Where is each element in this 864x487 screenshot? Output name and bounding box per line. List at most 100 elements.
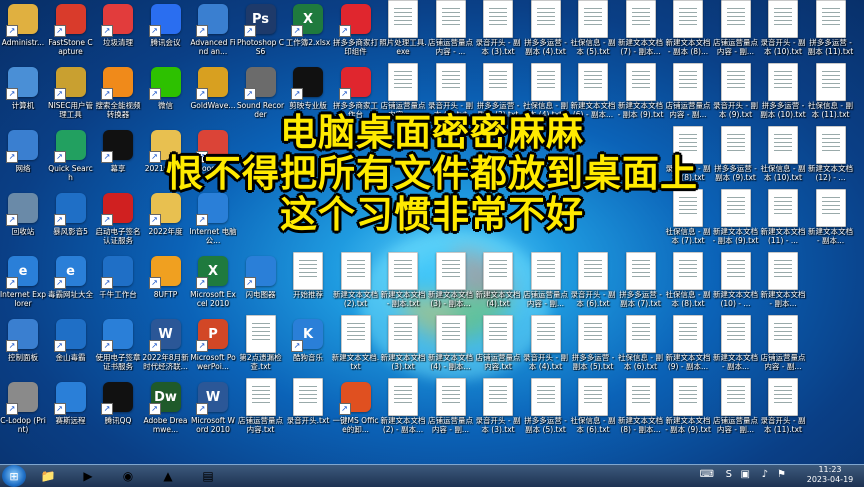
desktop-icon[interactable]: ↗ 闪电图器 <box>238 254 284 316</box>
desktop-icon[interactable]: 照片处理工具.exe <box>379 0 427 64</box>
desktop-icon[interactable]: ↗ 拼多多商家打印组件 <box>333 2 379 64</box>
desktop-icon[interactable]: ↗ FastStone Capture <box>48 2 94 64</box>
desktop-icon[interactable]: ↗ 网络 <box>0 128 46 190</box>
desktop-icon[interactable]: ↗ 2022年度 <box>143 191 189 253</box>
desktop[interactable]: ↗ Administr... ↗ FastStone Capture ↗ 垃圾清理 ↗ 腾讯会… <box>0 0 864 464</box>
desktop-icon[interactable]: 新建文本文档 (2) - 副本... <box>380 378 426 442</box>
desktop-icon[interactable]: 拼多多运营 - 副本 (5).txt <box>570 315 616 379</box>
desktop-icon[interactable]: ↗ Internet 电脑公... <box>189 191 237 253</box>
desktop-icon[interactable]: 录音开头 - 副本 (9).txt <box>713 63 759 127</box>
desktop-icon[interactable]: 店铺运营量点内容 - ... <box>428 0 474 64</box>
desktop-icon[interactable]: ↗ 暴风影音5 <box>48 191 94 253</box>
desktop-icon[interactable]: e ↗ Internet Explorer <box>0 254 46 316</box>
desktop-icon[interactable]: 拼多多运营 - 副本 (9).txt <box>713 126 759 190</box>
desktop-icon[interactable]: 新建文本文档 - 副本... <box>808 189 854 253</box>
desktop-icon[interactable]: X ↗ 工作簿2.xlsx <box>285 2 331 64</box>
desktop-icon[interactable]: 店铺运营量点内容 - 副... <box>713 0 759 64</box>
desktop-icon[interactable]: 店铺运营量点内容 - 副... <box>760 315 806 379</box>
desktop-icon[interactable]: 新建文本文档 - 副本 (9).txt <box>713 189 759 253</box>
desktop-icon[interactable]: 新建文本文档 (11) - ... <box>760 189 806 253</box>
desktop-icon[interactable]: 拼多多运营 - 副本 (4).txt <box>523 0 569 64</box>
desktop-icon[interactable]: ↗ Quick Search <box>48 128 94 190</box>
desktop-icon[interactable]: ↗ 搜索全能视频转换器 <box>95 65 141 127</box>
system-clock[interactable]: 11:23 2023-04-19 <box>800 465 860 485</box>
desktop-icon[interactable]: ↗ 剪映专业版 <box>285 65 331 127</box>
desktop-icon[interactable]: 社保信息 - 副本 (11).txt <box>808 63 854 127</box>
desktop-icon[interactable]: 新建文本文档 (12) - ... <box>808 126 854 190</box>
desktop-icon[interactable]: 社保信息 - 副本 (10).txt <box>760 126 806 190</box>
desktop-icon[interactable]: ↗ 8UFTP <box>143 254 189 316</box>
desktop-icon[interactable]: Dw ↗ Adobe Dreamwe... <box>143 380 189 442</box>
desktop-icon[interactable]: ↗ 一键MS Office的卸... <box>333 380 379 442</box>
desktop-icon[interactable]: ↗ Sound Recorder <box>237 65 284 127</box>
desktop-icon[interactable]: 新建文本文档.txt <box>332 315 379 379</box>
desktop-icon[interactable]: e ↗ 毒霸网址大全 <box>48 254 94 316</box>
desktop-icon[interactable]: 店铺运营量点内容 - 副... <box>713 378 759 442</box>
desktop-icon[interactable]: 新建文本文档 - 副本 (9).txt <box>618 63 664 127</box>
desktop-icon[interactable]: W ↗ 2022年8月新时代经济联... <box>142 317 189 379</box>
desktop-icon[interactable]: ↗ Administr... <box>0 2 46 64</box>
desktop-icon[interactable]: 社保信息 - 副本 (6).txt <box>570 378 616 442</box>
keyboard-icon[interactable]: ⌨ <box>700 469 714 480</box>
desktop-icon[interactable]: ↗ 2021年年度 <box>143 128 189 190</box>
desktop-icon[interactable]: 拼多多运营 - 副本 (11).txt <box>808 0 854 64</box>
desktop-icon[interactable]: ↗ Google... <box>190 128 236 190</box>
desktop-icon[interactable]: 新建文本文档 - 副本 (9).txt <box>665 378 711 442</box>
desktop-icon[interactable]: 录音开头 - 副本 (6).txt <box>570 252 616 316</box>
desktop-icon[interactable]: 录音开头 - 副本 (10).txt <box>760 0 806 64</box>
desktop-icon[interactable]: 店铺运营量点内容 - 副... <box>523 252 569 316</box>
desktop-icon[interactable]: ↗ NISEC用户管理工具 <box>48 65 94 127</box>
desktop-icon[interactable]: 店铺运营量点内容.txt <box>475 315 521 379</box>
desktop-icon[interactable]: ↗ 垃圾清理 <box>95 2 141 64</box>
desktop-icon[interactable]: ↗ 千牛工作台 <box>95 254 141 316</box>
volume-icon[interactable]: ♪ <box>762 469 768 480</box>
desktop-icon[interactable]: K ↗ 酷狗音乐 <box>285 317 331 379</box>
desktop-icon[interactable]: 社保信息 - 副本 (6).txt <box>618 315 664 379</box>
desktop-icon[interactable]: ↗ 回收站 <box>0 191 46 253</box>
desktop-icon[interactable]: 店铺运营量点内容 - 副... <box>665 63 711 127</box>
desktop-icon[interactable]: 录音开头 - 副本 (8).txt <box>665 126 711 190</box>
desktop-icon[interactable]: 社保信息 - 副本 (8).txt <box>665 252 711 316</box>
desktop-icon[interactable]: 新建文本文档 (7) - 副本... <box>618 0 664 64</box>
desktop-icon[interactable]: W ↗ Microsoft Word 2010 <box>190 380 236 442</box>
chrome-icon[interactable]: ◉ <box>114 466 142 486</box>
desktop-icon[interactable]: 拼多多运营 - 副本 (3).txt <box>475 63 521 127</box>
desktop-icon[interactable]: ↗ 金山毒霸 <box>48 317 94 379</box>
desktop-icon[interactable]: 新建文本文档 - 副本... <box>713 315 759 379</box>
desktop-icon[interactable]: 新建文本文档 - 副本.txt <box>380 252 426 316</box>
desktop-icon[interactable]: ↗ 启动电子签名认证服务 <box>95 191 141 253</box>
desktop-icon[interactable]: 店铺运营量点内容 - 副... <box>428 378 474 442</box>
desktop-icon[interactable]: X ↗ Microsoft Excel 2010 <box>190 254 236 316</box>
security-icon[interactable]: S <box>726 469 732 480</box>
desktop-icon[interactable]: 新建文本文档 (2).txt <box>333 252 379 316</box>
media-player-icon[interactable]: ▶ <box>74 466 102 486</box>
windows-explorer-icon[interactable]: 📁 <box>34 466 62 486</box>
desktop-icon[interactable]: ↗ 使用电子签章证书服务 <box>95 317 141 379</box>
desktop-icon[interactable]: 新建文本文档 (10) - ... <box>713 252 759 316</box>
desktop-icon[interactable]: ↗ 腾讯QQ <box>95 380 141 442</box>
desktop-icon[interactable]: 录音开头.txt <box>285 378 331 442</box>
desktop-icon[interactable]: ↗ 赛斯远程 <box>48 380 94 442</box>
desktop-icon[interactable]: 新建文本文档 - 副本... <box>760 252 806 316</box>
desktop-icon[interactable]: 新建文本文档 (3) - 副本... <box>428 252 474 316</box>
desktop-icon[interactable]: 社保信息 - 副本 (5).txt <box>570 0 616 64</box>
flag-icon[interactable]: ⚑ <box>777 469 786 480</box>
desktop-icon[interactable]: 录音开头 - 副本 (3).txt <box>475 0 521 64</box>
desktop-icon[interactable]: 新建文本文档 (4) - 副本... <box>428 315 474 379</box>
desktop-icon[interactable]: 录音开头 - 副本 (2).txt <box>428 63 474 127</box>
network-icon[interactable]: ▣ <box>741 469 750 480</box>
desktop-icon[interactable]: 录音开头 - 副本 (4).txt <box>523 315 569 379</box>
desktop-icon[interactable]: 新建文本文档 (6) - 副本... <box>570 63 616 127</box>
desktop-icon[interactable]: ↗ Advanced Find an... <box>190 2 236 64</box>
desktop-icon[interactable]: 拼多多运营 - 副本 (10).txt <box>760 63 806 127</box>
desktop-icon[interactable]: 新建文本文档 - 副本 (8)... <box>665 0 711 64</box>
desktop-icon[interactable]: ↗ C-Lodop (Print) <box>0 380 46 442</box>
desktop-icon[interactable]: 社保信息 - 副本 (4).txt <box>523 63 569 127</box>
desktop-icon[interactable]: 新建文本文档 (8) - 副本... <box>618 378 664 442</box>
desktop-icon[interactable]: ↗ 微信 <box>143 65 189 127</box>
desktop-icon[interactable]: 新建文本文档 (4).txt <box>475 252 521 316</box>
desktop-icon[interactable]: 新建文本文档 (9) - 副本... <box>665 315 711 379</box>
desktop-icon[interactable]: ↗ 腾讯会议 <box>143 2 189 64</box>
desktop-icon[interactable]: 录音开头 - 副本 (3).txt <box>475 378 521 442</box>
desktop-icon[interactable]: 录音开头 - 副本 (11).txt <box>760 378 806 442</box>
